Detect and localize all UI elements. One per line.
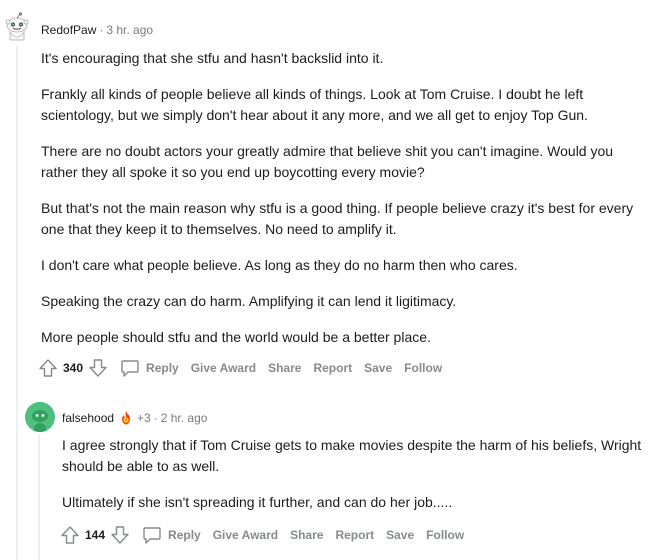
comment-paragraph: Ultimately if she isn't spreading it fur… — [62, 494, 453, 510]
reply-button[interactable]: Reply — [120, 358, 179, 378]
thread-line-reply[interactable] — [38, 434, 40, 560]
report-button[interactable]: Report — [313, 361, 352, 375]
follow-button[interactable]: Follow — [426, 528, 464, 542]
award-flame-icon — [122, 411, 131, 425]
comment-paragraph: I don't care what people believe. As lon… — [41, 257, 518, 273]
give-award-button[interactable]: Give Award — [213, 528, 278, 542]
give-award-label: Give Award — [190, 361, 257, 375]
comment-paragraph: More people should stfu and the world wo… — [41, 329, 431, 345]
save-label: Save — [386, 528, 415, 542]
comment-body: I agree strongly that if Tom Cruise gets… — [62, 435, 642, 528]
vote-controls: 340 — [38, 358, 108, 378]
give-award-label: Give Award — [212, 528, 279, 542]
vote-score: 340 — [63, 361, 84, 375]
report-label: Report — [313, 361, 353, 375]
comment-paragraph: Speaking the crazy can do harm. Amplifyi… — [41, 293, 457, 309]
vote-controls: 144 — [60, 525, 130, 545]
timestamp[interactable]: 3 hr. ago — [106, 23, 153, 37]
comment-paragraph: It's encouraging that she stfu and hasn'… — [41, 50, 384, 66]
share-button[interactable]: Share — [290, 528, 323, 542]
save-button[interactable]: Save — [364, 361, 392, 375]
speech-bubble-icon — [121, 360, 139, 377]
snoo-avatar-icon — [25, 402, 55, 432]
comment-paragraph: I agree strongly that if Tom Cruise gets… — [62, 437, 642, 474]
timestamp[interactable]: 2 hr. ago — [161, 411, 208, 425]
reply-label: Reply — [146, 361, 179, 375]
thread-line[interactable] — [16, 46, 18, 560]
award-count: +3 — [137, 411, 151, 425]
username-link[interactable]: falsehood — [62, 411, 114, 425]
comment-paragraph: Frankly all kinds of people believe all … — [41, 86, 588, 123]
user-avatar[interactable] — [25, 402, 55, 432]
comment-meta: RedofPaw · 3 hr. ago — [41, 23, 153, 37]
comment-meta: falsehood +3 · 2 hr. ago — [62, 410, 207, 426]
comment-paragraph: There are no doubt actors your greatly a… — [41, 143, 614, 180]
comment-paragraph: But that's not the main reason why stfu … — [41, 200, 634, 237]
follow-button[interactable]: Follow — [404, 361, 442, 375]
comment-actions: 144 Reply Give Award Share Report Save F… — [60, 524, 464, 546]
upvote-arrow-icon[interactable] — [38, 358, 58, 378]
user-avatar[interactable] — [2, 12, 32, 42]
reply-label: Reply — [168, 528, 201, 542]
give-award-button[interactable]: Give Award — [191, 361, 256, 375]
save-label: Save — [364, 361, 393, 375]
comment-body: It's encouraging that she stfu and hasn'… — [41, 48, 641, 363]
share-label: Share — [290, 528, 324, 542]
report-label: Report — [335, 528, 375, 542]
username-link[interactable]: RedofPaw — [41, 23, 96, 37]
downvote-arrow-icon[interactable] — [88, 358, 108, 378]
speech-bubble-icon — [143, 527, 161, 544]
report-button[interactable]: Report — [335, 528, 374, 542]
follow-label: Follow — [404, 361, 443, 375]
share-button[interactable]: Share — [268, 361, 301, 375]
save-button[interactable]: Save — [386, 528, 414, 542]
upvote-arrow-icon[interactable] — [60, 525, 80, 545]
share-label: Share — [268, 361, 302, 375]
reply-button[interactable]: Reply — [142, 525, 201, 545]
meta-separator: · — [153, 411, 158, 425]
comment-actions: 340 Reply Give Award Share Report Save F… — [38, 357, 442, 379]
snoo-avatar-icon — [2, 12, 32, 42]
downvote-arrow-icon[interactable] — [110, 525, 130, 545]
follow-label: Follow — [426, 528, 465, 542]
meta-separator: · — [99, 23, 104, 37]
vote-score: 144 — [85, 528, 106, 542]
